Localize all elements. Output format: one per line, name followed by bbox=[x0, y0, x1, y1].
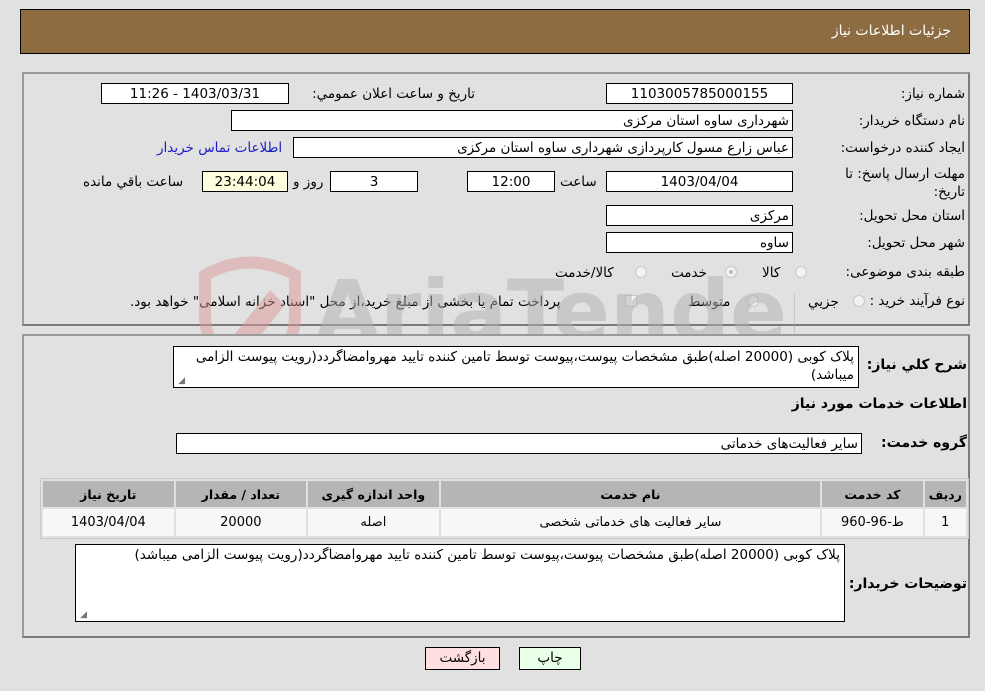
category-option-service: خدمت bbox=[671, 265, 707, 281]
summary-label: شرح کلي نیاز: bbox=[866, 357, 967, 373]
services-table: ردیف کد خدمت نام خدمت واحد اندازه گیری ت… bbox=[40, 478, 969, 539]
table-header-row: ردیف کد خدمت نام خدمت واحد اندازه گیری ت… bbox=[43, 481, 966, 507]
announce-datetime-label: تاریخ و ساعت اعلان عمومي: bbox=[312, 86, 475, 102]
summary-textarea[interactable]: پلاک کوبی (20000 اصله)طبق مشخصات پیوست،پ… bbox=[173, 346, 859, 388]
services-heading: اطلاعات خدمات مورد نیاز bbox=[791, 396, 967, 412]
delivery-province-field: مرکزی bbox=[606, 205, 793, 226]
col-row-number: ردیف bbox=[924, 481, 966, 507]
cell-service-code: ط-96-960 bbox=[822, 509, 923, 536]
buyer-notes-text: پلاک کوبی (20000 اصله)طبق مشخصات پیوست،پ… bbox=[134, 547, 840, 563]
cell-row-number: 1 bbox=[924, 509, 966, 536]
delivery-city-label: شهر محل تحویل: bbox=[867, 235, 965, 251]
deadline-time-field: 12:00 bbox=[467, 171, 555, 192]
days-label: روز و bbox=[293, 174, 324, 190]
buyer-notes-textarea[interactable]: پلاک کوبی (20000 اصله)طبق مشخصات پیوست،پ… bbox=[75, 544, 845, 622]
deadline-time-label: ساعت bbox=[560, 174, 597, 190]
need-number-label: شماره نیاز: bbox=[900, 86, 965, 102]
buyer-org-field: شهرداری ساوه استان مرکزی bbox=[231, 110, 793, 131]
announce-datetime-field: 1403/03/31 - 11:26 bbox=[101, 83, 289, 104]
remaining-time-field: 23:44:04 bbox=[202, 171, 288, 192]
back-button[interactable]: بازگشت bbox=[425, 647, 500, 670]
buyer-org-label: نام دستگاه خریدار: bbox=[858, 113, 965, 129]
page-title: جزئیات اطلاعات نیاز bbox=[831, 23, 951, 39]
category-option-goods-service: کالا/خدمت bbox=[555, 265, 614, 281]
col-unit: واحد اندازه گیری bbox=[308, 481, 439, 507]
need-number-field: 1103005785000155 bbox=[606, 83, 793, 104]
deadline-date-field: 1403/04/04 bbox=[606, 171, 793, 192]
requester-field: عباس زارع مسول کارپردازی شهرداری ساوه اس… bbox=[293, 137, 793, 158]
summary-text: پلاک کوبی (20000 اصله)طبق مشخصات پیوست،پ… bbox=[195, 349, 854, 383]
category-label: طبقه بندی موضوعی: bbox=[845, 264, 965, 280]
days-remaining-field: 3 bbox=[330, 171, 418, 192]
purchase-radio-minor[interactable] bbox=[853, 295, 865, 307]
treasury-checkbox[interactable] bbox=[625, 295, 637, 307]
cell-quantity: 20000 bbox=[175, 509, 307, 536]
cell-unit: اصله bbox=[308, 509, 439, 536]
category-radio-goods-service[interactable] bbox=[635, 266, 647, 278]
treasury-checkbox-label: پرداخت تمام یا بخشی از مبلغ خرید،از محل … bbox=[130, 294, 561, 310]
category-radio-service[interactable] bbox=[725, 266, 737, 278]
delivery-city-field: ساوه bbox=[606, 232, 793, 253]
category-radio-goods[interactable] bbox=[795, 266, 807, 278]
category-option-goods: کالا bbox=[762, 265, 781, 281]
purchase-option-medium: متوسط bbox=[688, 294, 731, 310]
col-need-date: تاریخ نیاز bbox=[43, 481, 174, 507]
remaining-time-label: ساعت باقي مانده bbox=[83, 174, 184, 190]
purchase-radio-medium[interactable] bbox=[747, 295, 759, 307]
buyer-contact-link[interactable]: اطلاعات تماس خریدار bbox=[157, 140, 282, 156]
service-group-label: گروه خدمت: bbox=[881, 435, 967, 451]
purchase-option-minor: جزیي bbox=[808, 294, 839, 310]
cell-service-name: سایر فعالیت های خدماتی شخصی bbox=[440, 509, 821, 536]
cell-need-date: 1403/04/04 bbox=[43, 509, 174, 536]
service-group-field: سایر فعالیت‌های خدماتی bbox=[176, 433, 862, 454]
col-service-code: کد خدمت bbox=[822, 481, 923, 507]
page-header: جزئیات اطلاعات نیاز bbox=[20, 9, 970, 54]
resize-grip-icon[interactable]: ◢ bbox=[78, 611, 87, 620]
col-service-name: نام خدمت bbox=[440, 481, 821, 507]
purchase-type-label: نوع فرآیند خرید : bbox=[869, 293, 965, 309]
buyer-notes-label: توضیحات خریدار: bbox=[848, 576, 967, 592]
delivery-province-label: استان محل تحویل: bbox=[859, 208, 965, 224]
print-button[interactable]: چاپ bbox=[519, 647, 581, 670]
requester-label: ایجاد کننده درخواست: bbox=[840, 140, 965, 156]
resize-grip-icon[interactable]: ◢ bbox=[176, 377, 185, 386]
col-quantity: تعداد / مقدار bbox=[175, 481, 307, 507]
table-row: 1 ط-96-960 سایر فعالیت های خدماتی شخصی ا… bbox=[43, 509, 966, 536]
deadline-label: مهلت ارسال پاسخ: تا تاریخ: bbox=[845, 166, 965, 200]
